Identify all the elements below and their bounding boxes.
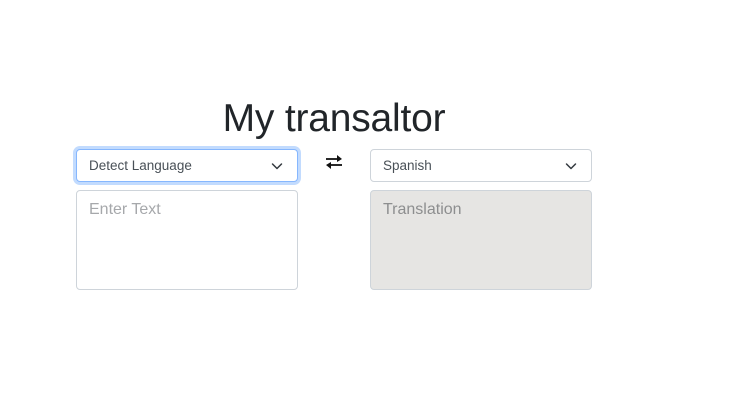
- target-language-select[interactable]: Spanish: [370, 149, 592, 182]
- source-text-input[interactable]: [76, 190, 298, 290]
- page-title: My transaltor: [222, 97, 446, 140]
- chevron-down-icon: [271, 163, 283, 170]
- translation-output[interactable]: [370, 190, 592, 290]
- target-language-value: Spanish: [383, 158, 432, 173]
- source-language-value: Detect Language: [89, 158, 192, 173]
- source-language-select[interactable]: Detect Language: [76, 149, 298, 182]
- swap-arrows-icon[interactable]: [323, 152, 345, 172]
- chevron-down-icon: [565, 163, 577, 170]
